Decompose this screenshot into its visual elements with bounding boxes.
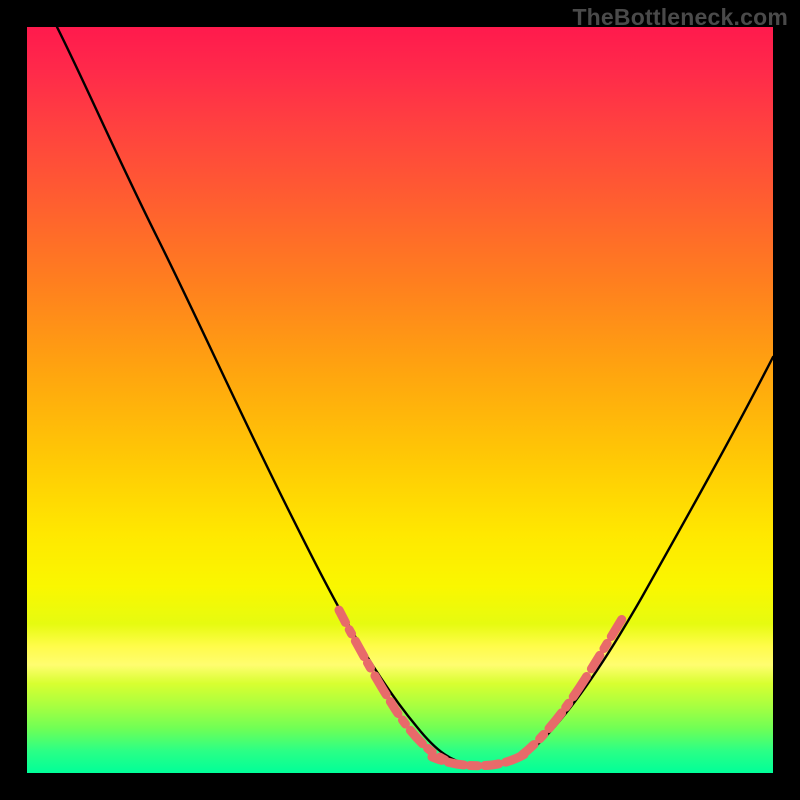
highlight-left-segment	[339, 610, 445, 760]
highlight-right-segment	[522, 619, 622, 755]
chart-plot-area	[27, 27, 773, 773]
curve-svg	[27, 27, 773, 773]
attribution-text: TheBottleneck.com	[572, 4, 788, 31]
bottleneck-curve-line	[57, 27, 773, 765]
highlight-valley-segment	[432, 751, 530, 766]
